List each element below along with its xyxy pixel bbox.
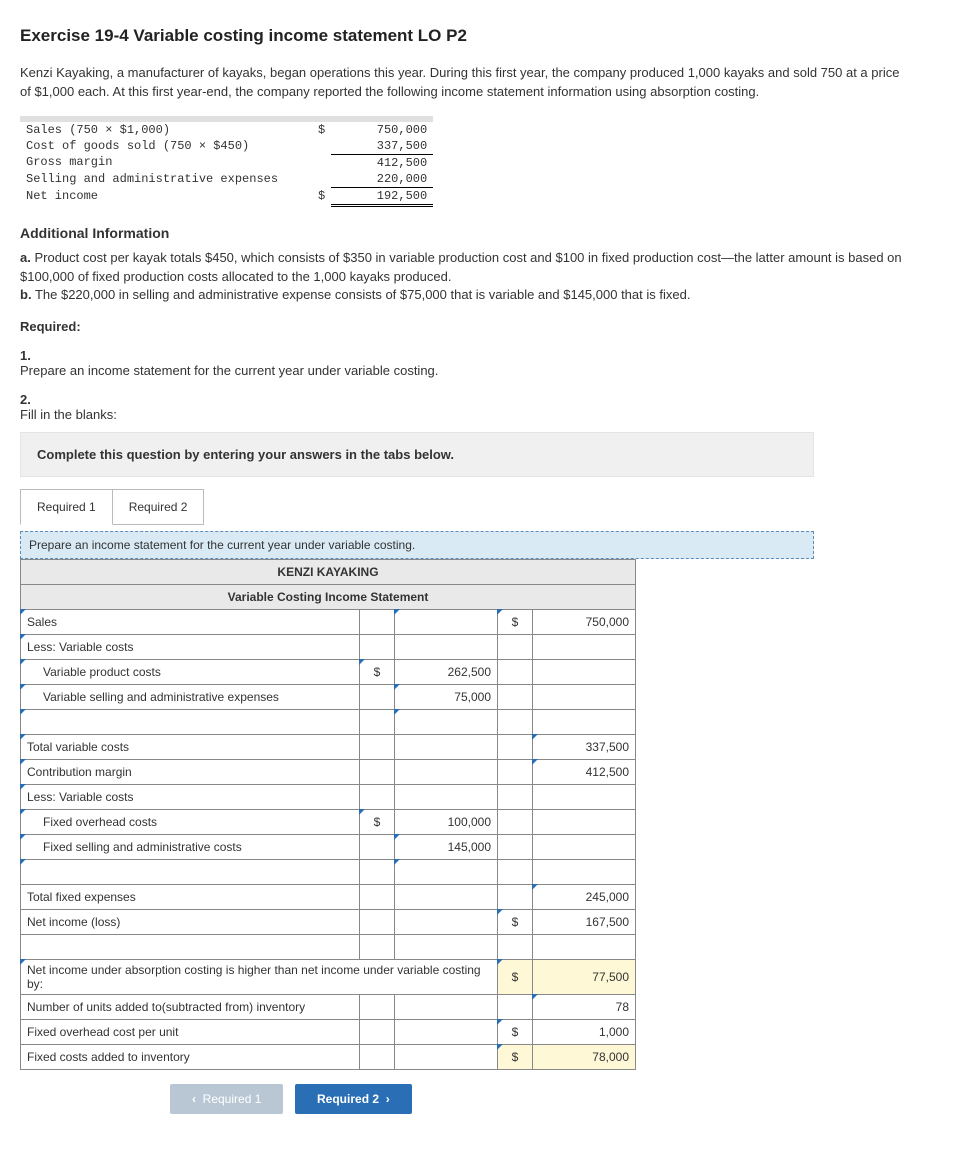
worksheet: KENZI KAYAKING Variable Costing Income S… (20, 559, 636, 1070)
row-less-fixed: Less: Variable costs (21, 785, 636, 810)
company-header: KENZI KAYAKING (21, 560, 636, 585)
table-row: Sales (750 × $1,000) $ 750,000 (20, 122, 433, 138)
row-fixed-overhead: Fixed overhead costs $ 100,000 (21, 810, 636, 835)
row-total-variable-costs: Total variable costs 337,500 (21, 735, 636, 760)
required-item-1: 1. Prepare an income statement for the c… (20, 348, 947, 378)
row-fixed-oh-per-unit: Fixed overhead cost per unit $ 1,000 (21, 1020, 636, 1045)
statement-title: Variable Costing Income Statement (21, 585, 636, 610)
instruction-bar: Complete this question by entering your … (20, 432, 814, 477)
row-blank (21, 710, 636, 735)
table-row: Selling and administrative expenses 220,… (20, 171, 433, 188)
chevron-right-icon: › (386, 1092, 390, 1106)
additional-info-heading: Additional Information (20, 225, 947, 241)
info-item-b: b. The $220,000 in selling and administr… (20, 286, 920, 305)
sub-instruction: Prepare an income statement for the curr… (20, 531, 814, 559)
row-variable-product-costs: Variable product costs $ 262,500 (21, 660, 636, 685)
table-row: Gross margin 412,500 (20, 154, 433, 171)
chevron-left-icon: ‹ (192, 1092, 196, 1106)
info-item-a: a. Product cost per kayak totals $450, w… (20, 249, 920, 287)
row-units-inventory: Number of units added to(subtracted from… (21, 995, 636, 1020)
tab-required-2[interactable]: Required 2 (112, 489, 205, 525)
row-sales: Sales $ 750,000 (21, 610, 636, 635)
prev-button[interactable]: ‹ Required 1 (170, 1084, 283, 1114)
row-variable-selling-admin: Variable selling and administrative expe… (21, 685, 636, 710)
table-row: Cost of goods sold (750 × $450) 337,500 (20, 138, 433, 155)
absorption-table: Sales (750 × $1,000) $ 750,000 Cost of g… (20, 116, 433, 207)
row-contribution-margin: Contribution margin 412,500 (21, 760, 636, 785)
row-fixed-costs-inventory: Fixed costs added to inventory $ 78,000 (21, 1045, 636, 1070)
row-net-income: Net income (loss) $ 167,500 (21, 910, 636, 935)
tab-required-1[interactable]: Required 1 (20, 489, 113, 525)
row-less-variable: Less: Variable costs (21, 635, 636, 660)
intro-paragraph: Kenzi Kayaking, a manufacturer of kayaks… (20, 64, 910, 102)
row-total-fixed: Total fixed expenses 245,000 (21, 885, 636, 910)
required-item-2: 2. Fill in the blanks: (20, 392, 947, 422)
row-blank (21, 860, 636, 885)
next-button[interactable]: Required 2 › (295, 1084, 412, 1114)
row-income-diff: Net income under absorption costing is h… (21, 960, 636, 995)
row-blank (21, 935, 636, 960)
table-row: Net income $ 192,500 (20, 187, 433, 205)
row-fixed-selling-admin: Fixed selling and administrative costs 1… (21, 835, 636, 860)
required-heading: Required: (20, 319, 947, 334)
exercise-title: Exercise 19-4 Variable costing income st… (20, 26, 947, 46)
